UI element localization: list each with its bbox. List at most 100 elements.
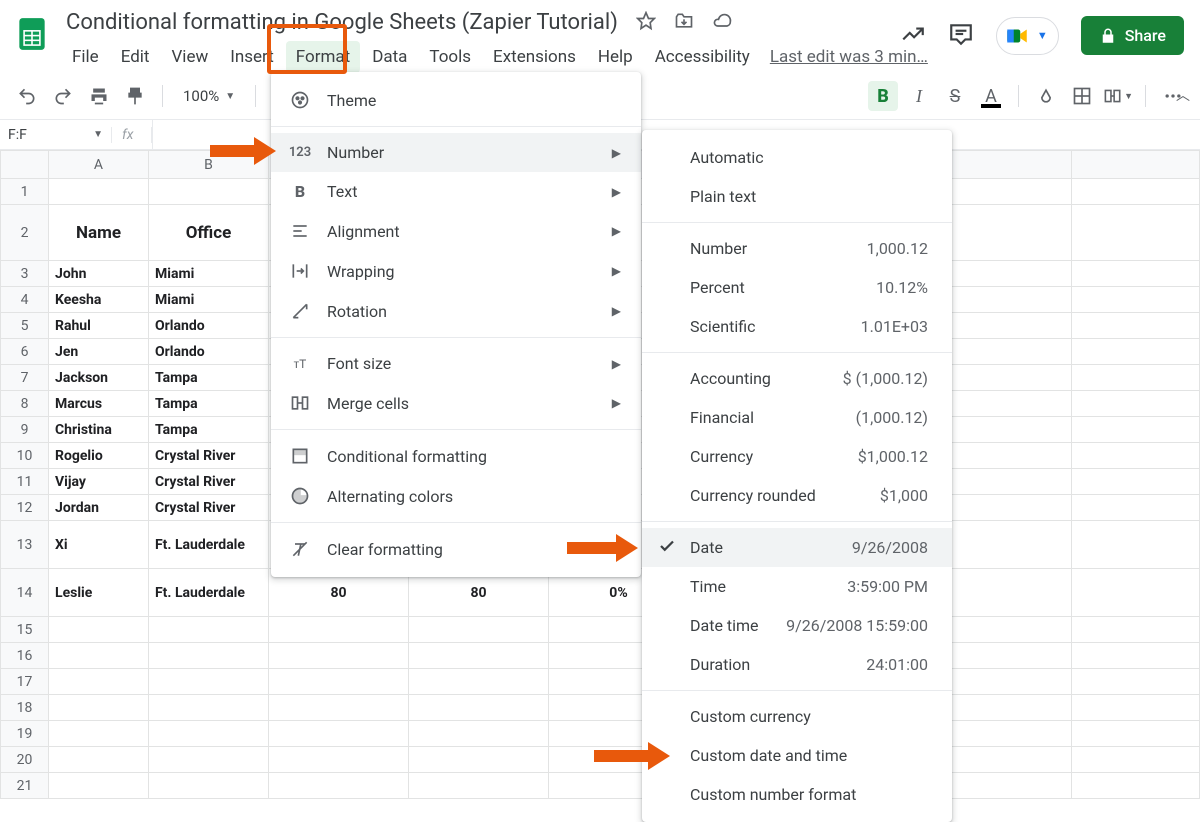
menu-item-theme[interactable]: Theme — [271, 80, 641, 120]
zoom-select[interactable]: 100% ▼ — [175, 87, 243, 105]
row-header[interactable]: 6 — [1, 339, 49, 365]
number-option-accounting[interactable]: Accounting$ (1,000.12) — [642, 359, 952, 398]
menu-accessibility[interactable]: Accessibility — [645, 41, 760, 73]
activity-icon[interactable] — [900, 21, 926, 51]
star-icon[interactable] — [636, 11, 656, 35]
cell[interactable]: Tampa — [149, 417, 269, 443]
row-header[interactable]: 1 — [1, 179, 49, 205]
number-option-scientific[interactable]: Scientific1.01E+03 — [642, 307, 952, 346]
strikethrough-button[interactable]: S — [940, 81, 970, 111]
cell[interactable] — [944, 695, 1072, 721]
comments-icon[interactable] — [948, 21, 974, 51]
row-header[interactable]: 14 — [1, 569, 49, 617]
cell[interactable] — [269, 643, 409, 669]
print-button[interactable] — [84, 81, 114, 111]
cell[interactable]: Tampa — [149, 365, 269, 391]
cell[interactable]: Orlando — [149, 339, 269, 365]
cell[interactable]: Office — [149, 205, 269, 261]
row-header[interactable]: 13 — [1, 521, 49, 569]
collapse-toolbar-icon[interactable]: ︿ — [1176, 85, 1190, 105]
name-box[interactable]: F:F ▼ — [0, 127, 112, 143]
cell[interactable]: Jordan — [49, 495, 149, 521]
menu-item-alternating-colors[interactable]: Alternating colors — [271, 476, 641, 516]
menu-insert[interactable]: Insert — [220, 41, 284, 73]
cell[interactable] — [944, 339, 1072, 365]
cell[interactable]: Jen — [49, 339, 149, 365]
cell[interactable]: Miami — [149, 287, 269, 313]
cell[interactable] — [409, 695, 549, 721]
cell[interactable] — [1072, 417, 1200, 443]
cell[interactable] — [269, 721, 409, 747]
meet-button[interactable]: ▼ — [996, 17, 1059, 55]
menu-data[interactable]: Data — [362, 41, 417, 73]
row-header[interactable]: 15 — [1, 617, 49, 643]
cell[interactable] — [944, 365, 1072, 391]
cell[interactable]: Crystal River — [149, 469, 269, 495]
menu-extensions[interactable]: Extensions — [483, 41, 586, 73]
number-option-financial[interactable]: Financial(1,000.12) — [642, 398, 952, 437]
cell[interactable] — [1072, 365, 1200, 391]
row-header[interactable]: 3 — [1, 261, 49, 287]
cell[interactable] — [49, 617, 149, 643]
cell[interactable] — [49, 179, 149, 205]
cell[interactable] — [1072, 669, 1200, 695]
cell[interactable] — [149, 695, 269, 721]
cell[interactable] — [1072, 747, 1200, 773]
cell[interactable] — [944, 569, 1072, 617]
bold-button[interactable]: B — [868, 81, 898, 111]
cell[interactable]: Crystal River — [149, 443, 269, 469]
cell[interactable] — [944, 469, 1072, 495]
col-header[interactable]: B — [149, 151, 269, 179]
cell[interactable] — [1072, 569, 1200, 617]
cell[interactable] — [269, 669, 409, 695]
cell[interactable] — [944, 617, 1072, 643]
row-header[interactable]: 8 — [1, 391, 49, 417]
undo-button[interactable] — [12, 81, 42, 111]
cell[interactable] — [944, 521, 1072, 569]
cell[interactable] — [944, 443, 1072, 469]
borders-button[interactable] — [1067, 81, 1097, 111]
number-option-time[interactable]: Time3:59:00 PM — [642, 567, 952, 606]
merge-button[interactable]: ▼ — [1103, 81, 1133, 111]
number-option-currency[interactable]: Currency$1,000.12 — [642, 437, 952, 476]
cell[interactable] — [1072, 643, 1200, 669]
cell[interactable] — [1072, 205, 1200, 261]
menu-item-number[interactable]: 123 Number ▶ — [271, 133, 641, 172]
number-option-plain-text[interactable]: Plain text — [642, 177, 952, 216]
cell[interactable]: Ft. Lauderdale — [149, 521, 269, 569]
cell[interactable] — [149, 747, 269, 773]
cell[interactable] — [1072, 443, 1200, 469]
cell[interactable]: Tampa — [149, 391, 269, 417]
menu-item-merge-cells[interactable]: Merge cells ▶ — [271, 383, 641, 423]
number-option-number[interactable]: Number1,000.12 — [642, 229, 952, 268]
row-header[interactable]: 10 — [1, 443, 49, 469]
cell[interactable] — [269, 617, 409, 643]
cell[interactable] — [49, 721, 149, 747]
number-option-custom-currency[interactable]: Custom currency — [642, 697, 952, 736]
cell[interactable] — [269, 773, 409, 799]
menu-format[interactable]: Format — [286, 41, 360, 73]
row-header[interactable]: 5 — [1, 313, 49, 339]
cell[interactable] — [49, 695, 149, 721]
sheets-logo[interactable] — [12, 8, 52, 60]
cloud-icon[interactable] — [712, 11, 732, 35]
cell[interactable] — [944, 287, 1072, 313]
cell[interactable] — [1072, 695, 1200, 721]
document-title[interactable]: Conditional formatting in Google Sheets … — [62, 8, 622, 37]
cell[interactable]: Vijay — [49, 469, 149, 495]
menu-item-conditional-formatting[interactable]: Conditional formatting — [271, 436, 641, 476]
cell[interactable] — [944, 179, 1072, 205]
cell[interactable] — [944, 391, 1072, 417]
cell[interactable]: Christina — [49, 417, 149, 443]
cell[interactable] — [1072, 521, 1200, 569]
cell[interactable]: John — [49, 261, 149, 287]
row-header[interactable]: 18 — [1, 695, 49, 721]
cell[interactable]: Orlando — [149, 313, 269, 339]
cell[interactable] — [409, 669, 549, 695]
row-header[interactable]: 7 — [1, 365, 49, 391]
row-header[interactable]: 17 — [1, 669, 49, 695]
row-header[interactable]: 9 — [1, 417, 49, 443]
cell[interactable]: Name — [49, 205, 149, 261]
cell[interactable] — [149, 179, 269, 205]
cell[interactable] — [944, 669, 1072, 695]
